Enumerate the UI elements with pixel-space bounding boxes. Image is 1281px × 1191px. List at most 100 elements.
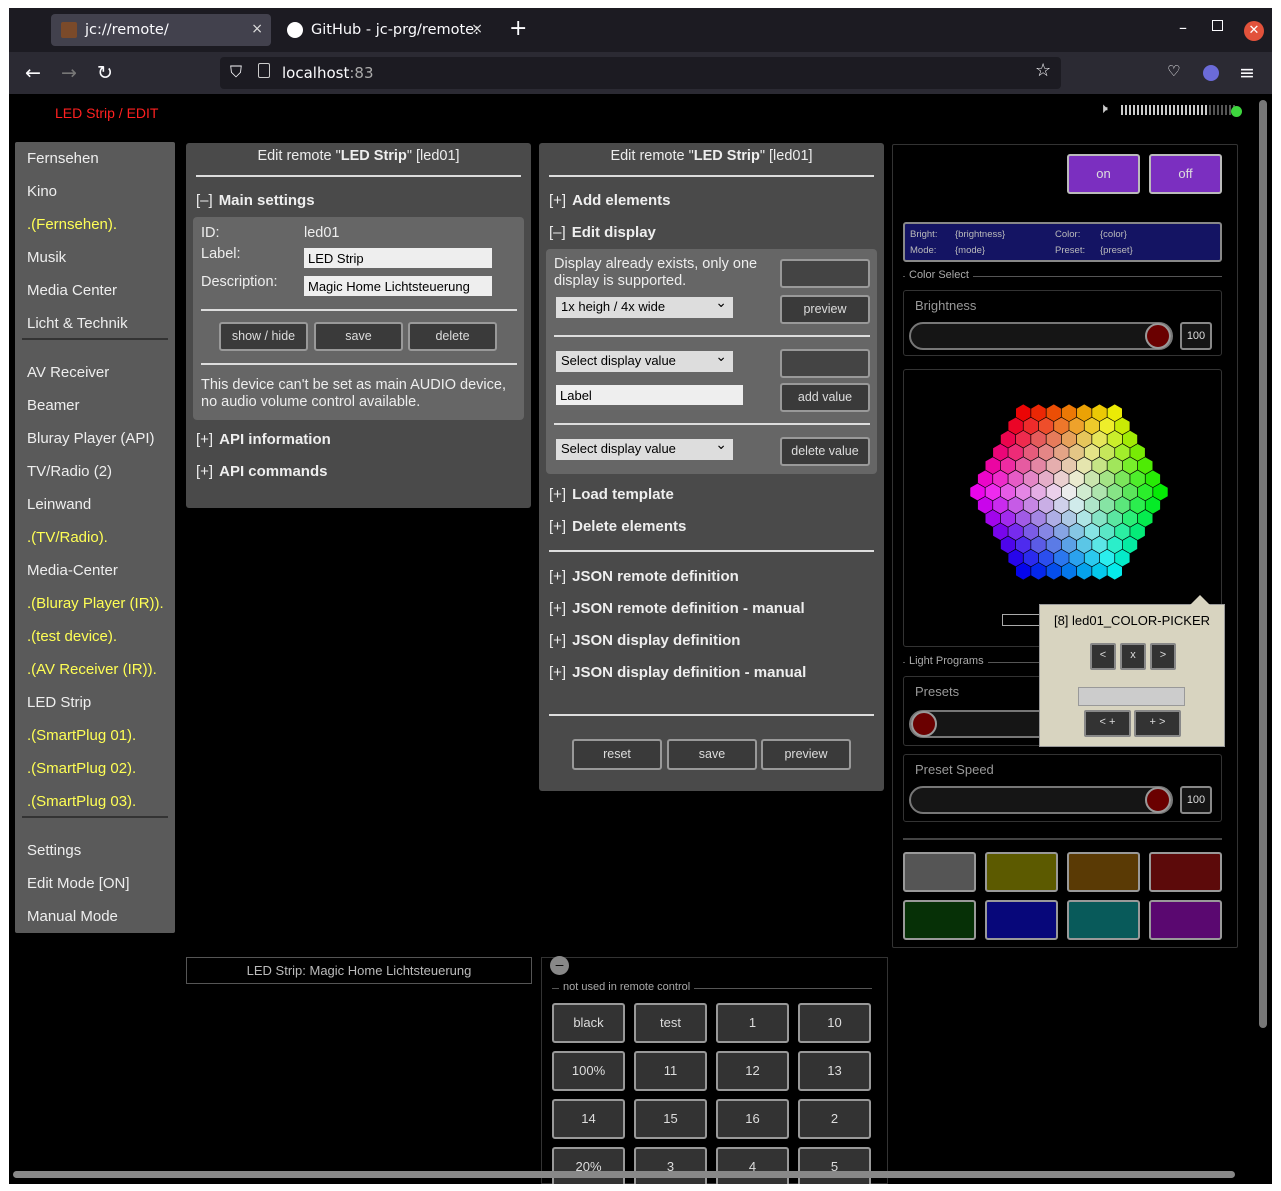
display-size-select[interactable]: 1x heigh / 4x wide bbox=[556, 294, 733, 318]
save-button[interactable]: save bbox=[667, 739, 757, 770]
preset-speed-slider[interactable] bbox=[909, 786, 1173, 814]
url-bar[interactable]: ⛉ localhost:83 ☆ bbox=[220, 57, 1061, 89]
slider-handle[interactable] bbox=[1145, 323, 1171, 349]
color-cell[interactable] bbox=[977, 470, 993, 488]
color-cell[interactable] bbox=[1130, 444, 1145, 461]
color-cell[interactable] bbox=[1092, 483, 1107, 501]
color-cell[interactable] bbox=[1122, 430, 1138, 448]
color-cell[interactable] bbox=[1038, 470, 1054, 488]
menu-item[interactable]: Kino bbox=[27, 183, 57, 200]
menu-item[interactable]: Leinwand bbox=[27, 496, 91, 513]
menu-item[interactable]: Edit Mode [ON] bbox=[27, 875, 130, 892]
color-cell[interactable] bbox=[1046, 483, 1062, 501]
color-cell[interactable] bbox=[1069, 549, 1084, 567]
color-cell[interactable] bbox=[1069, 496, 1084, 514]
color-cell[interactable] bbox=[977, 496, 993, 514]
menu-item[interactable]: Beamer bbox=[27, 397, 80, 414]
close-window-icon[interactable]: ✕ bbox=[1244, 21, 1264, 41]
color-cell[interactable] bbox=[1031, 457, 1046, 474]
color-swatch-button[interactable] bbox=[985, 852, 1058, 892]
color-cell[interactable] bbox=[1130, 523, 1145, 540]
delete-value-select[interactable]: Select display value bbox=[556, 436, 733, 460]
volume-bar[interactable] bbox=[1121, 105, 1235, 115]
color-cell[interactable] bbox=[1038, 496, 1054, 514]
color-swatch-button[interactable] bbox=[1149, 852, 1222, 892]
remote-button[interactable]: black bbox=[552, 1003, 625, 1043]
on-button[interactable]: on bbox=[1067, 154, 1140, 194]
color-cell[interactable] bbox=[1077, 510, 1092, 527]
vertical-scrollbar[interactable] bbox=[1259, 100, 1267, 1028]
color-cell[interactable] bbox=[1031, 430, 1046, 448]
color-cell[interactable] bbox=[1031, 483, 1046, 501]
color-cell[interactable] bbox=[1000, 536, 1016, 554]
json-display-toggle[interactable]: [+] JSON display definition bbox=[549, 632, 740, 649]
color-cell[interactable] bbox=[1107, 457, 1123, 474]
color-cell[interactable] bbox=[1115, 417, 1130, 435]
color-cell[interactable] bbox=[985, 510, 1001, 527]
color-cell[interactable] bbox=[1077, 483, 1092, 501]
color-cell[interactable] bbox=[1031, 510, 1046, 527]
color-cell[interactable] bbox=[1122, 510, 1138, 527]
pocket-icon[interactable]: ♡ bbox=[1167, 62, 1180, 80]
color-cell[interactable] bbox=[1061, 404, 1077, 422]
color-cell[interactable] bbox=[1023, 496, 1039, 514]
menu-item[interactable]: LED Strip bbox=[27, 694, 91, 711]
remote-button[interactable]: 11 bbox=[634, 1051, 707, 1091]
color-cell[interactable] bbox=[1038, 549, 1054, 567]
edit-display-toggle[interactable]: [–] Edit display bbox=[549, 224, 656, 241]
slider-handle[interactable] bbox=[911, 711, 937, 737]
menu-item[interactable]: Manual Mode bbox=[27, 908, 118, 925]
menu-item[interactable]: Settings bbox=[27, 842, 81, 859]
color-cell[interactable] bbox=[993, 444, 1008, 461]
color-cell[interactable] bbox=[1107, 510, 1123, 527]
color-cell[interactable] bbox=[1000, 483, 1016, 501]
preview-button[interactable]: preview bbox=[761, 739, 851, 770]
color-cell[interactable] bbox=[1008, 549, 1023, 567]
color-cell[interactable] bbox=[1137, 483, 1153, 501]
color-cell[interactable] bbox=[1069, 444, 1084, 461]
color-cell[interactable] bbox=[1038, 444, 1054, 461]
color-cell[interactable] bbox=[1115, 549, 1130, 567]
color-cell[interactable] bbox=[1122, 536, 1138, 554]
menu-item[interactable]: .(test device). bbox=[27, 628, 117, 645]
color-cell[interactable] bbox=[1023, 417, 1039, 435]
color-swatch-button[interactable] bbox=[985, 900, 1058, 940]
add-elements-toggle[interactable]: [+] Add elements bbox=[549, 192, 670, 209]
menu-item[interactable]: .(Fernsehen). bbox=[27, 216, 117, 233]
color-cell[interactable] bbox=[1099, 444, 1115, 461]
remote-button[interactable]: 4 bbox=[716, 1147, 789, 1184]
color-cell[interactable] bbox=[1016, 562, 1031, 580]
color-cell[interactable] bbox=[1046, 430, 1062, 448]
api-information-toggle[interactable]: [+] API information bbox=[196, 431, 331, 448]
shield-icon[interactable]: ⛉ bbox=[230, 62, 242, 82]
tab-remote[interactable]: jc://remote/ × bbox=[51, 14, 271, 46]
json-display-manual-toggle[interactable]: [+] JSON display definition - manual bbox=[549, 664, 806, 681]
color-cell[interactable] bbox=[1000, 430, 1016, 448]
color-cell[interactable] bbox=[993, 523, 1008, 540]
remote-button[interactable]: 16 bbox=[716, 1099, 789, 1139]
color-cell[interactable] bbox=[1016, 483, 1031, 501]
color-cell[interactable] bbox=[1008, 417, 1023, 435]
remote-button[interactable]: 10 bbox=[798, 1003, 871, 1043]
color-cell[interactable] bbox=[1031, 404, 1046, 422]
menu-item[interactable]: .(SmartPlug 02). bbox=[27, 760, 136, 777]
menu-item[interactable]: .(SmartPlug 03). bbox=[27, 793, 136, 810]
menu-item[interactable]: .(SmartPlug 01). bbox=[27, 727, 136, 744]
label-input[interactable]: LED Strip bbox=[304, 248, 492, 268]
horizontal-scrollbar[interactable] bbox=[13, 1171, 1235, 1178]
menu-item[interactable]: Bluray Player (API) bbox=[27, 430, 155, 447]
color-cell[interactable] bbox=[1061, 562, 1077, 580]
color-cell[interactable] bbox=[1046, 562, 1062, 580]
color-cell[interactable] bbox=[1145, 496, 1161, 514]
color-swatch-button[interactable] bbox=[1149, 900, 1222, 940]
api-commands-toggle[interactable]: [+] API commands bbox=[196, 463, 327, 480]
description-input[interactable]: Magic Home Lichtsteuerung bbox=[304, 276, 492, 296]
remote-button[interactable]: 2 bbox=[798, 1099, 871, 1139]
color-cell[interactable] bbox=[1122, 483, 1138, 501]
remote-button[interactable]: 3 bbox=[634, 1147, 707, 1184]
color-cell[interactable] bbox=[1061, 457, 1077, 474]
move-right-button[interactable]: > bbox=[1150, 643, 1176, 670]
remote-button[interactable]: 5 bbox=[798, 1147, 871, 1184]
color-cell[interactable] bbox=[985, 457, 1001, 474]
color-cell[interactable] bbox=[1115, 523, 1130, 540]
